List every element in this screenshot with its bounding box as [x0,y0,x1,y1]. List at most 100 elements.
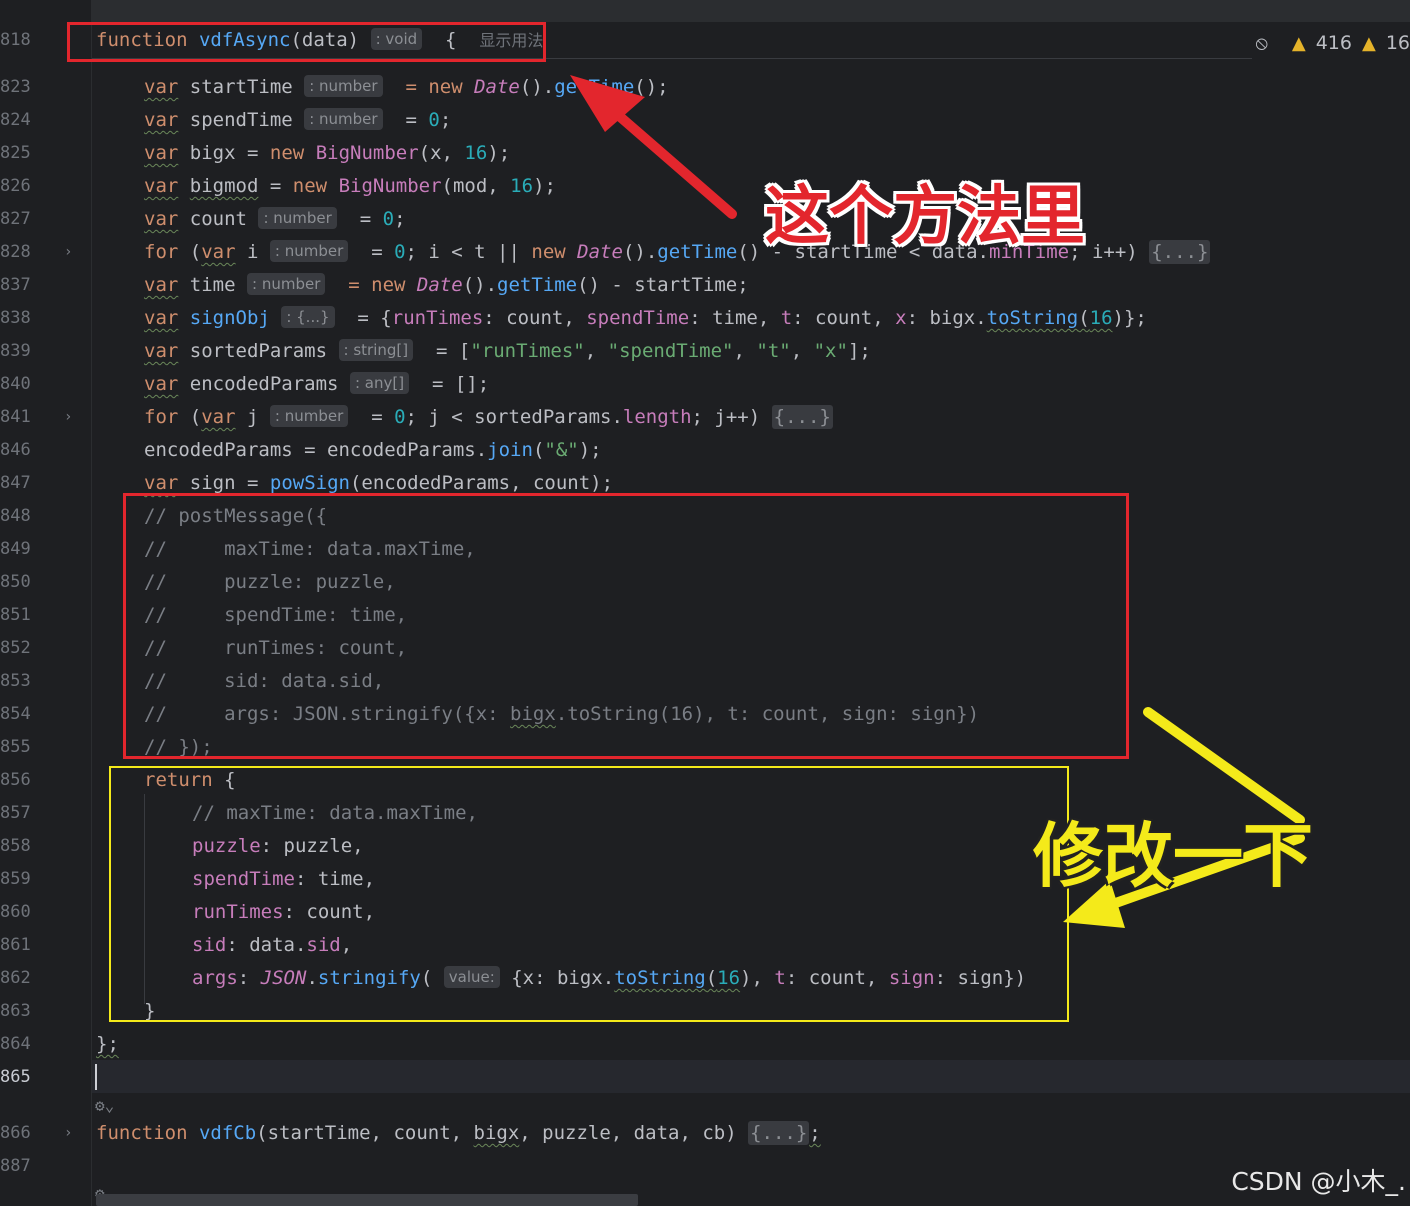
expr: : time, [689,307,770,329]
number-literal: 0 [394,241,406,263]
code-line[interactable]: var signObj : {...} = {runTimes: count, … [144,302,1147,335]
line-number: 827 [0,209,31,229]
identifier: time [189,274,236,296]
current-line-highlight [92,1060,1410,1093]
class-name: Date [577,241,623,263]
line-number: 828 [0,242,31,262]
line-number: 854 [0,704,31,724]
property: length [622,406,692,428]
property: spendTime [586,307,690,329]
keyword: function [96,1122,188,1144]
code-line[interactable]: function vdfCb(startTime, count, bigx, p… [96,1117,821,1150]
code-line[interactable]: var startTime : number = new Date().getT… [144,71,669,104]
warning-icon: ▲ [1291,32,1306,54]
punct: ); [578,439,602,461]
punct: (). [519,76,555,98]
fold-chevron-icon[interactable]: › [64,236,72,269]
operator: = [405,109,417,131]
code-line[interactable]: for (var j : number = 0; j < sortedParam… [144,401,833,434]
expr: () - startTime; [577,274,749,296]
folded-block[interactable]: {...} [1149,240,1211,264]
string-literal: "&" [544,439,579,461]
operator: = [371,241,383,263]
method-name: getTime [497,274,578,296]
punct: ( [1078,307,1090,329]
params: (startTime, count, [256,1122,463,1144]
identifier: bigx [189,142,236,164]
punct: ( [189,406,202,428]
type-hint: : string[] [338,339,414,361]
params: , puzzle, data, cb) [519,1122,737,1144]
annotation-box-function [67,22,546,62]
punct: , [790,340,803,362]
fold-chevron-icon[interactable]: › [64,1117,72,1150]
expr: sign = [189,472,259,494]
operator: = { [357,307,392,329]
class-name: Date [416,274,463,296]
folded-block[interactable]: {...} [771,405,833,429]
identifier: sortedParams [189,340,328,362]
expr: : bigx. [906,307,987,329]
code-line[interactable]: var sortedParams : string[] = ["runTimes… [144,335,871,368]
expr: encodedParams = encodedParams. [144,439,488,461]
punct: ; [394,208,406,230]
line-number: 887 [0,1156,31,1176]
type-hint: : number [258,207,337,229]
folded-block[interactable]: {...} [748,1121,810,1145]
line-number: 864 [0,1034,31,1054]
punct: ]; [847,340,871,362]
code-line[interactable]: var encodedParams : any[] = []; [144,368,489,401]
number-literal: 0 [394,406,406,428]
type-hint: : {...} [281,306,335,328]
keyword: var [201,241,236,263]
args: (x, [418,142,453,164]
line-number: 851 [0,605,31,625]
keyword: var [144,307,179,329]
keyword: var [201,406,236,428]
code-line[interactable]: }; [96,1028,119,1061]
code-vision-icon[interactable]: ⚙⌄ [95,1095,114,1117]
fold-chevron-icon[interactable]: › [64,401,72,434]
code-line[interactable]: var time : number = new Date().getTime()… [144,269,749,302]
keyword: new [531,241,566,263]
code-line[interactable]: var bigx = new BigNumber(x, 16); [144,137,510,170]
line-number: 861 [0,935,31,955]
eye-slash-icon[interactable]: ⦸ [1255,32,1267,54]
line-number: 859 [0,869,31,889]
line-number: 855 [0,737,31,757]
line-number: 856 [0,770,31,790]
inspection-widget[interactable]: ⦸ ▲ 416 ▲ 16 [1255,28,1410,58]
annotation-box-return [109,766,1069,1022]
line-number: 839 [0,341,31,361]
method-name: toString [986,307,1079,329]
line-number: 863 [0,1001,31,1021]
param: bigx [473,1122,520,1144]
identifier: i [247,241,259,263]
punct: (). [622,241,658,263]
identifier: startTime [189,76,293,98]
type-hint: : number [247,273,326,295]
class-name: Date [474,76,520,98]
code-line[interactable]: var count : number = 0; [144,203,406,236]
annotation-box-comment [123,493,1129,759]
string-literal: "t" [756,340,791,362]
code-line[interactable]: var bigmod = new BigNumber(mod, 16); [144,170,556,203]
code-line[interactable]: var spendTime : number = 0; [144,104,451,137]
type-hint: : number [304,108,383,130]
horizontal-scrollbar[interactable] [96,1194,638,1206]
function-name[interactable]: vdfCb [199,1122,256,1144]
punct: ( [189,241,202,263]
annotation-label-red: 这个方法里 [765,180,1085,254]
keyword: var [144,76,179,98]
line-number: 852 [0,638,31,658]
punct: ; [439,109,452,131]
punct: ); [533,175,556,197]
line-number: 847 [0,473,31,493]
punct: (). [462,274,498,296]
keyword: var [144,208,179,230]
code-line[interactable]: encodedParams = encodedParams.join("&"); [144,434,602,467]
line-number: 841 [0,407,31,427]
keyword: new [269,142,305,164]
method-name: getTime [554,76,635,98]
line-number: 826 [0,176,31,196]
